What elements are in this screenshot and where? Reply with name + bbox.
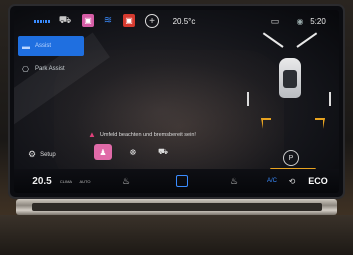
eco-button[interactable]: ECO bbox=[306, 169, 330, 193]
sensor-line-left bbox=[262, 32, 284, 48]
sensor-mark-left bbox=[247, 92, 249, 106]
seat-heat-right-icon[interactable]: ♨ bbox=[226, 169, 242, 193]
plus-icon[interactable]: + bbox=[145, 14, 159, 28]
gear-icon: ⚙ bbox=[28, 149, 37, 159]
setup-label: Setup bbox=[40, 151, 56, 158]
left-menu: ▬ Assist ⎔ Park Assist bbox=[18, 36, 84, 79]
park-assist-icon: ⎔ bbox=[22, 64, 29, 74]
home-button[interactable] bbox=[174, 169, 190, 193]
menu-item-label: Assist bbox=[35, 43, 52, 49]
air-vent-slot bbox=[32, 203, 322, 211]
menu-item-assist[interactable]: ▬ Assist bbox=[18, 36, 84, 56]
driver-temperature[interactable]: 20.5 bbox=[30, 169, 54, 193]
mode-steering-button[interactable]: ☸ bbox=[124, 144, 142, 160]
sensor-line-right bbox=[296, 32, 318, 48]
clock: 5:20 bbox=[310, 16, 326, 26]
mode-person-button[interactable]: ♟ bbox=[94, 144, 112, 160]
outside-temperature: 20.5°c bbox=[172, 16, 196, 26]
park-icon[interactable]: P bbox=[283, 150, 299, 166]
car-dashboard-photo: ⛟ ▣ ≋ ▣ + 20.5°c ▭ ◉ 5:20 ▬ Assist ⎔ Par… bbox=[0, 0, 353, 255]
seat-icon[interactable]: ▣ bbox=[82, 14, 94, 27]
warning-message: ▲ Umfeld beachten und bremsbereit sein! bbox=[88, 130, 196, 139]
infotainment-screen: ⛟ ▣ ≋ ▣ + 20.5°c ▭ ◉ 5:20 ▬ Assist ⎔ Par… bbox=[14, 10, 339, 193]
setup-button[interactable]: ⚙ Setup bbox=[28, 149, 56, 160]
park-mode-buttons: ♟ ☸ ⛟ bbox=[94, 144, 172, 160]
seat-heat-left-icon[interactable]: ♨ bbox=[118, 169, 134, 193]
clima-label[interactable]: CLIMA bbox=[56, 169, 76, 193]
heat-icon[interactable]: ≋ bbox=[102, 14, 114, 27]
connection-icon: ◉ bbox=[296, 16, 304, 26]
home-square-icon bbox=[176, 175, 188, 187]
menu-item-park-assist[interactable]: ⎔ Park Assist bbox=[18, 59, 84, 79]
menu-item-label: Park Assist bbox=[35, 66, 65, 72]
mode-car-button[interactable]: ⛟ bbox=[154, 144, 172, 160]
car-roof bbox=[283, 70, 297, 88]
climate-bar: 20.5 CLIMA AUTO ♨ ♨ A/C ⟲ ECO bbox=[14, 169, 339, 193]
assist-icon: ▬ bbox=[22, 41, 30, 51]
status-bar: ⛟ ▣ ≋ ▣ + 20.5°c ▭ ◉ 5:20 bbox=[14, 10, 339, 32]
red-status-icon[interactable]: ▣ bbox=[123, 14, 135, 27]
sensor-mark-right bbox=[329, 92, 331, 106]
warning-triangle-icon: ▲ bbox=[88, 130, 96, 139]
car-icon[interactable]: ⛟ bbox=[58, 15, 72, 27]
ac-button[interactable]: A/C bbox=[262, 169, 282, 193]
message-icon[interactable]: ▭ bbox=[269, 15, 281, 27]
auto-label[interactable]: AUTO bbox=[76, 169, 94, 193]
apps-grid-icon[interactable] bbox=[34, 16, 50, 26]
recirculation-icon[interactable]: ⟲ bbox=[284, 169, 300, 193]
warning-text: Umfeld beachten und bremsbereit sein! bbox=[99, 131, 196, 138]
parking-sensor-panel: P bbox=[247, 32, 331, 170]
dashboard-lower bbox=[0, 215, 353, 255]
